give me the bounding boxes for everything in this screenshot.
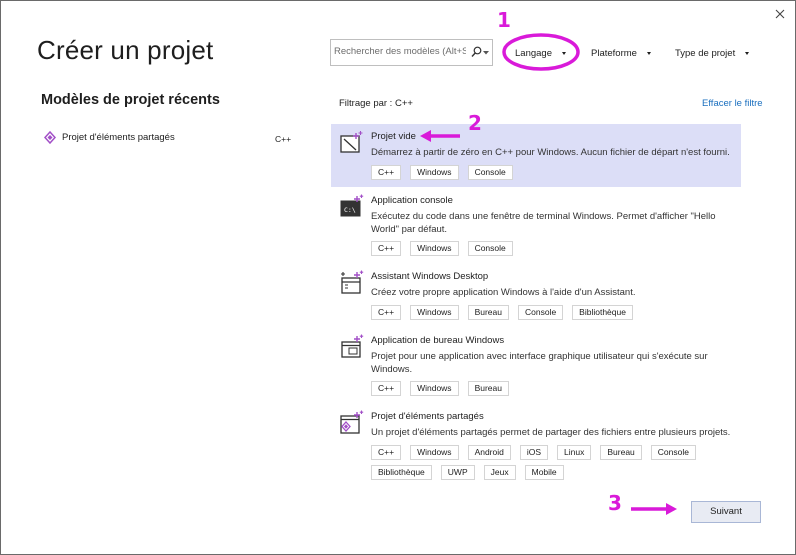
tag: Console [467, 241, 513, 256]
tag: Bureau [467, 381, 509, 396]
applied-filter-label: Filtrage par : C++ [339, 98, 413, 109]
project-type-filter-label: Type de projet [675, 47, 736, 59]
template-description: Un projet d'éléments partagés permet de … [371, 427, 731, 438]
tag: C++ [371, 165, 402, 180]
recent-template-item[interactable]: Projet d'éléments partagés C++ [41, 130, 296, 146]
tag: Jeux [483, 465, 516, 480]
tag: Android [467, 445, 511, 460]
tag: Bureau [467, 305, 509, 320]
recent-template-label: Projet d'éléments partagés [62, 132, 175, 143]
template-name: Application de bureau Windows [371, 335, 505, 346]
tag: iOS [519, 445, 549, 460]
template-tags: C++ Windows Android iOS Linux Bureau Con… [371, 445, 731, 480]
tag: Windows [410, 241, 459, 256]
platform-filter-dropdown[interactable]: Plateforme [591, 45, 651, 61]
clear-filter-link[interactable]: Effacer le filtre [702, 98, 763, 109]
chevron-down-icon [561, 51, 566, 55]
shared-items-icon [44, 131, 56, 144]
tag: Bureau [600, 445, 642, 460]
project-type-filter-dropdown[interactable]: Type de projet [675, 45, 750, 61]
tag: Console [467, 165, 513, 180]
annotation-step-3: 3 [608, 491, 622, 515]
close-icon [775, 9, 785, 19]
annotation-step-1: 1 [497, 8, 511, 32]
template-item-projet-elements-partages[interactable]: Projet d'éléments partagés Un projet d'é… [331, 404, 741, 482]
svg-text:C:\: C:\ [344, 206, 356, 214]
empty-project-icon [340, 131, 363, 153]
console-app-icon: C:\ [340, 194, 364, 217]
tag: Console [650, 445, 696, 460]
tag: Console [517, 305, 564, 320]
template-description: Projet pour une application avec interfa… [371, 351, 708, 375]
template-tags: C++ Windows Console [371, 165, 731, 180]
chevron-down-icon[interactable] [483, 51, 489, 55]
recent-templates-heading: Modèles de projet récents [41, 92, 220, 108]
tag: Bibliothèque [572, 305, 633, 320]
tag: Windows [410, 381, 459, 396]
template-description: Exécutez du code dans une fenêtre de ter… [371, 211, 716, 235]
template-description: Créez votre propre application Windows à… [371, 287, 636, 298]
tag: C++ [371, 381, 402, 396]
tag: UWP [440, 465, 475, 480]
platform-filter-label: Plateforme [591, 47, 637, 59]
tag: C++ [371, 241, 402, 256]
chevron-down-icon [745, 51, 750, 55]
template-tags: C++ Windows Console [371, 241, 731, 256]
tag: Windows [410, 305, 459, 320]
page-title: Créer un projet [37, 35, 214, 65]
template-search-input[interactable] [334, 46, 466, 57]
next-button[interactable]: Suivant [691, 501, 761, 523]
template-item-application-console[interactable]: C:\ Application console Exécutez du code… [331, 188, 741, 260]
template-name: Application console [371, 195, 453, 206]
close-button[interactable] [771, 5, 789, 23]
template-name: Projet d'éléments partagés [371, 411, 484, 422]
annotation-step-2: 2 [468, 111, 482, 135]
tag: Mobile [524, 465, 564, 480]
template-item-application-bureau-windows[interactable]: Application de bureau Windows Projet pou… [331, 328, 741, 400]
template-tags: C++ Windows Bureau Console Bibliothèque [371, 305, 731, 320]
language-filter-label: Langage [515, 47, 552, 59]
chevron-down-icon [646, 51, 651, 55]
desktop-wizard-icon [341, 270, 364, 294]
annotation-arrow-next [631, 503, 677, 515]
template-search-box[interactable] [330, 39, 493, 66]
template-description: Démarrez à partir de zéro en C++ pour Wi… [371, 147, 730, 158]
tag: C++ [371, 305, 402, 320]
tag: Linux [557, 445, 592, 460]
recent-template-language: C++ [275, 134, 292, 144]
template-name: Projet vide [371, 131, 416, 142]
create-project-dialog: Créer un projet Langage Plateforme Type … [0, 0, 796, 555]
tag: Windows [410, 445, 459, 460]
template-item-projet-vide[interactable]: Projet vide Démarrez à partir de zéro en… [331, 124, 741, 187]
template-tags: C++ Windows Bureau [371, 381, 731, 396]
desktop-app-icon [341, 334, 364, 358]
template-item-assistant-windows-desktop[interactable]: Assistant Windows Desktop Créez votre pr… [331, 264, 741, 324]
search-icon[interactable] [471, 46, 482, 58]
tag: Windows [410, 165, 459, 180]
template-name: Assistant Windows Desktop [371, 271, 489, 282]
tag: Bibliothèque [371, 465, 432, 480]
language-filter-dropdown[interactable]: Langage [515, 45, 566, 61]
shared-items-project-icon [340, 410, 364, 434]
tag: C++ [371, 445, 402, 460]
